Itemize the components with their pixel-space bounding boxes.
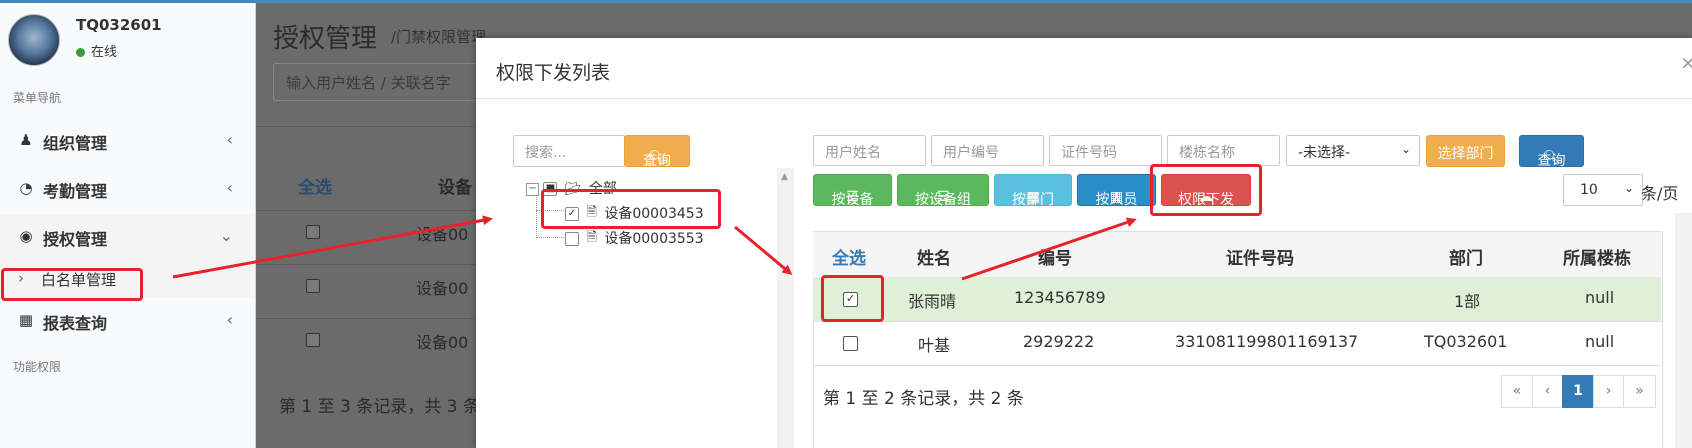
sidebar-item-label: 授权管理 (43, 230, 108, 249)
chevron-left-icon: ‹ (226, 130, 233, 149)
sidebar-item-label: 报表查询 (43, 314, 108, 333)
query-button[interactable]: 🔍︎ 查询 (1519, 135, 1584, 169)
sidebar-section-label: 菜单导航 (13, 91, 62, 105)
tree-node-label: 设备00003553 (604, 231, 704, 247)
eye-slash-icon: ◉ (19, 227, 33, 245)
col-name: 姓名 (917, 249, 951, 269)
col-dept: 部门 (1449, 249, 1483, 269)
tree-scrollbar[interactable]: ▲ (777, 168, 794, 448)
scroll-up-icon: ▲ (781, 172, 788, 182)
choose-dept-button[interactable]: 选择部门 (1426, 135, 1505, 167)
tree-connector (536, 192, 537, 238)
tree-node-device[interactable]: 🗎︎ 设备00003553 (565, 228, 704, 250)
row-checkbox[interactable] (306, 333, 320, 347)
modal-scrollbar[interactable] (1675, 213, 1692, 448)
page-size-value: 10 (1580, 182, 1598, 198)
annotation-box-device (541, 189, 721, 229)
bg-table-footer: 第 1 至 3 条记录，共 3 条 (279, 397, 480, 417)
cell-dept: 1部 (1454, 292, 1481, 311)
row-checkbox[interactable] (843, 336, 858, 351)
bg-device-cell: 设备00 (416, 225, 469, 244)
sidebar-item-reports[interactable]: ▦ 报表查询 ‹ (0, 298, 255, 344)
page-title: 授权管理 (273, 24, 378, 54)
table-header: 全选 姓名 编号 证件号码 部门 所属楼栋 (813, 231, 1661, 279)
pagination-page-1[interactable]: 1 (1562, 375, 1594, 408)
col-cert: 证件号码 (1226, 249, 1294, 269)
user-status-label: 在线 (91, 45, 118, 60)
sidebar-item-auth[interactable]: ◉ 授权管理 ⌄ (0, 214, 255, 260)
user-id-input[interactable]: 用户编号 (931, 135, 1044, 166)
by-dept-button[interactable]: ▦ 按部门 (994, 174, 1072, 208)
chevron-left-icon: ‹ (226, 310, 233, 329)
collapse-icon[interactable]: − (526, 182, 539, 196)
online-dot-icon (76, 48, 85, 57)
cell-id: 123456789 (1014, 288, 1106, 307)
page-size-select[interactable]: 10 ⌄ (1563, 174, 1643, 206)
close-icon[interactable]: × (1680, 52, 1692, 74)
table-row[interactable]: 叶基 2929222 331081199801169137 TQ032601 n… (813, 321, 1661, 366)
chevron-down-icon: ⌄ (1400, 142, 1411, 156)
user-name-input[interactable]: 用户姓名 (813, 135, 926, 166)
clock-icon: ◔ (19, 179, 33, 197)
cell-name: 张雨晴 (908, 292, 957, 311)
annotation-box-whitelist (1, 268, 143, 301)
sidebar-item-label: 组织管理 (43, 134, 108, 153)
tree-search-input[interactable]: 搜索... (513, 135, 625, 167)
cell-dept: TQ032601 (1424, 332, 1508, 351)
modal-divider (476, 98, 1692, 99)
avatar[interactable] (8, 14, 60, 66)
filter-select[interactable]: -未选择- ⌄ (1286, 135, 1420, 166)
cell-name: 叶基 (918, 336, 951, 355)
pagination-prev[interactable]: ‹ (1532, 375, 1563, 408)
by-person-button[interactable]: ▦ 按人员 (1077, 174, 1156, 208)
select-all-link[interactable]: 全选 (832, 244, 866, 269)
cell-id: 2929222 (1023, 332, 1095, 351)
chevron-down-icon: ⌄ (219, 226, 233, 245)
sidebar-section-label-2: 功能权限 (13, 360, 62, 374)
cert-no-input[interactable]: 证件号码 (1049, 135, 1162, 166)
row-checkbox[interactable] (306, 279, 320, 293)
bg-select-all[interactable]: 全选 (298, 173, 332, 198)
cell-cert: 331081199801169137 (1175, 332, 1359, 351)
table-row[interactable]: ✓ 张雨晴 123456789 1部 null (813, 277, 1661, 322)
modal-title: 权限下发列表 (496, 62, 611, 84)
chevron-left-icon: ‹ (226, 178, 233, 197)
row-checkbox[interactable] (306, 225, 320, 239)
search-placeholder: 输入用户姓名 / 关联名字 (286, 74, 451, 92)
by-device-group-button[interactable]: ☰ 按设备组 (897, 174, 989, 208)
building-input[interactable]: 楼栋名称 (1167, 135, 1280, 166)
tree-connector (536, 237, 564, 238)
annotation-box-issue (1150, 164, 1262, 216)
col-building: 所属楼栋 (1563, 249, 1631, 269)
divider (256, 126, 476, 127)
page-size-unit: 条/页 (1641, 184, 1679, 203)
pagination-next[interactable]: › (1593, 375, 1624, 408)
annotation-box-checkbox (821, 275, 884, 322)
table-footer: 第 1 至 2 条记录，共 2 条 (823, 389, 1024, 409)
pagination-first[interactable]: « (1501, 375, 1533, 408)
calendar-icon: ▦ (18, 311, 34, 329)
background-search-input[interactable]: 输入用户姓名 / 关联名字 (273, 63, 485, 101)
bg-col-device: 设备 (438, 178, 472, 198)
sidebar-item-label: 考勤管理 (43, 182, 108, 201)
col-id: 编号 (1038, 249, 1072, 269)
bg-device-cell: 设备00 (416, 333, 469, 352)
cell-building: null (1585, 332, 1615, 351)
by-device-button[interactable]: ☰ 按设备 (813, 174, 892, 208)
pagination-last[interactable]: » (1623, 375, 1656, 408)
user-status: 在线 (76, 41, 117, 60)
sidebar-item-org[interactable]: ♟ 组织管理 ‹ (0, 118, 255, 164)
tree-search-placeholder: 搜索... (525, 145, 567, 161)
cell-building: null (1585, 288, 1615, 307)
bg-device-cell: 设备00 (416, 279, 469, 298)
sidebar-item-attendance[interactable]: ◔ 考勤管理 ‹ (0, 166, 255, 212)
file-icon: 🗎︎ (586, 230, 597, 245)
tree-checkbox[interactable] (565, 232, 579, 246)
user-plus-icon: ♟ (19, 131, 33, 149)
chevron-down-icon: ⌄ (1623, 181, 1634, 195)
user-name: TQ032601 (76, 16, 162, 34)
tree-query-button[interactable]: 🔍︎ 查询 (624, 135, 690, 169)
page-subtitle: /门禁权限管理 (391, 28, 487, 46)
